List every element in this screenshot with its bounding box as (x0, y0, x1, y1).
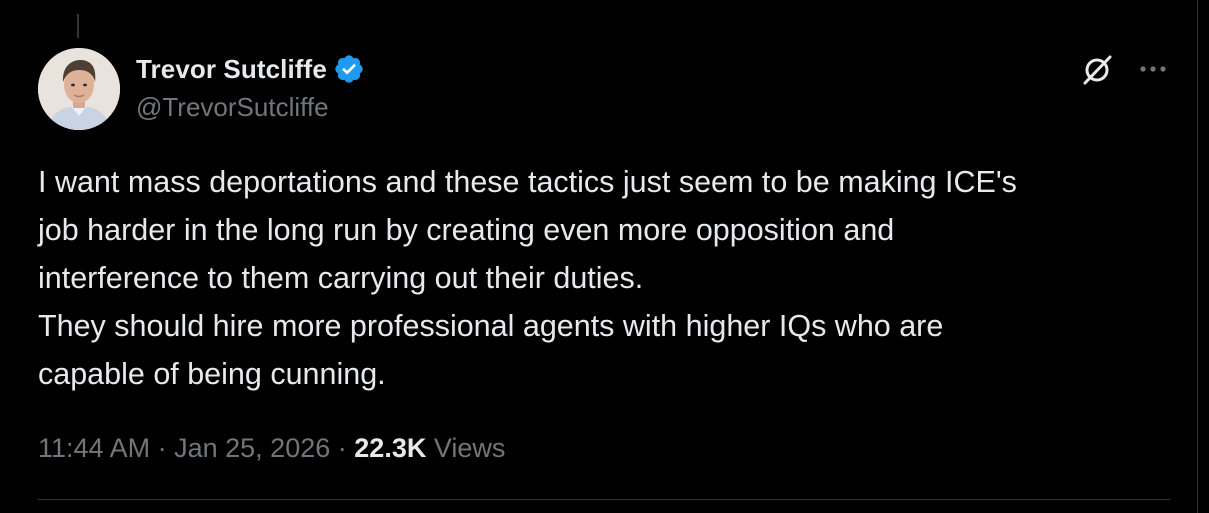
tweet-text-line: I want mass deportations and these tacti… (38, 165, 1017, 199)
author-handle[interactable]: @TrevorSutcliffe (136, 92, 329, 123)
divider (38, 499, 1170, 500)
avatar[interactable] (38, 48, 120, 130)
meta-separator: · (337, 433, 347, 463)
tweet-body: I want mass deportations and these tacti… (38, 158, 1178, 398)
more-options-icon[interactable] (1136, 56, 1170, 82)
meta-separator: · (157, 433, 167, 463)
tweet-text-line: capable of being cunning. (38, 357, 386, 391)
tweet-timestamp-date[interactable]: Jan 25, 2026 (174, 433, 330, 463)
tweet-meta: 11:44 AM · Jan 25, 2026 · 22.3K Views (38, 433, 505, 464)
views-count[interactable]: 22.3K (354, 433, 426, 463)
avatar-image (38, 48, 120, 130)
tweet-text-line: interference to them carrying out their … (38, 261, 644, 295)
grok-icon[interactable] (1080, 53, 1114, 87)
verified-badge-icon[interactable] (333, 53, 365, 85)
author-name-row: Trevor Sutcliffe (136, 52, 365, 86)
tweet-text-line: They should hire more professional agent… (38, 309, 944, 343)
author-display-name[interactable]: Trevor Sutcliffe (136, 54, 327, 85)
views-label: Views (433, 433, 506, 463)
tweet-timestamp-time[interactable]: 11:44 AM (38, 433, 150, 463)
tweet-text-line: job harder in the long run by creating e… (38, 213, 895, 247)
tweet-card: Trevor Sutcliffe @TrevorSutcliffe I want… (0, 0, 1198, 513)
thread-connector-line (77, 14, 79, 38)
